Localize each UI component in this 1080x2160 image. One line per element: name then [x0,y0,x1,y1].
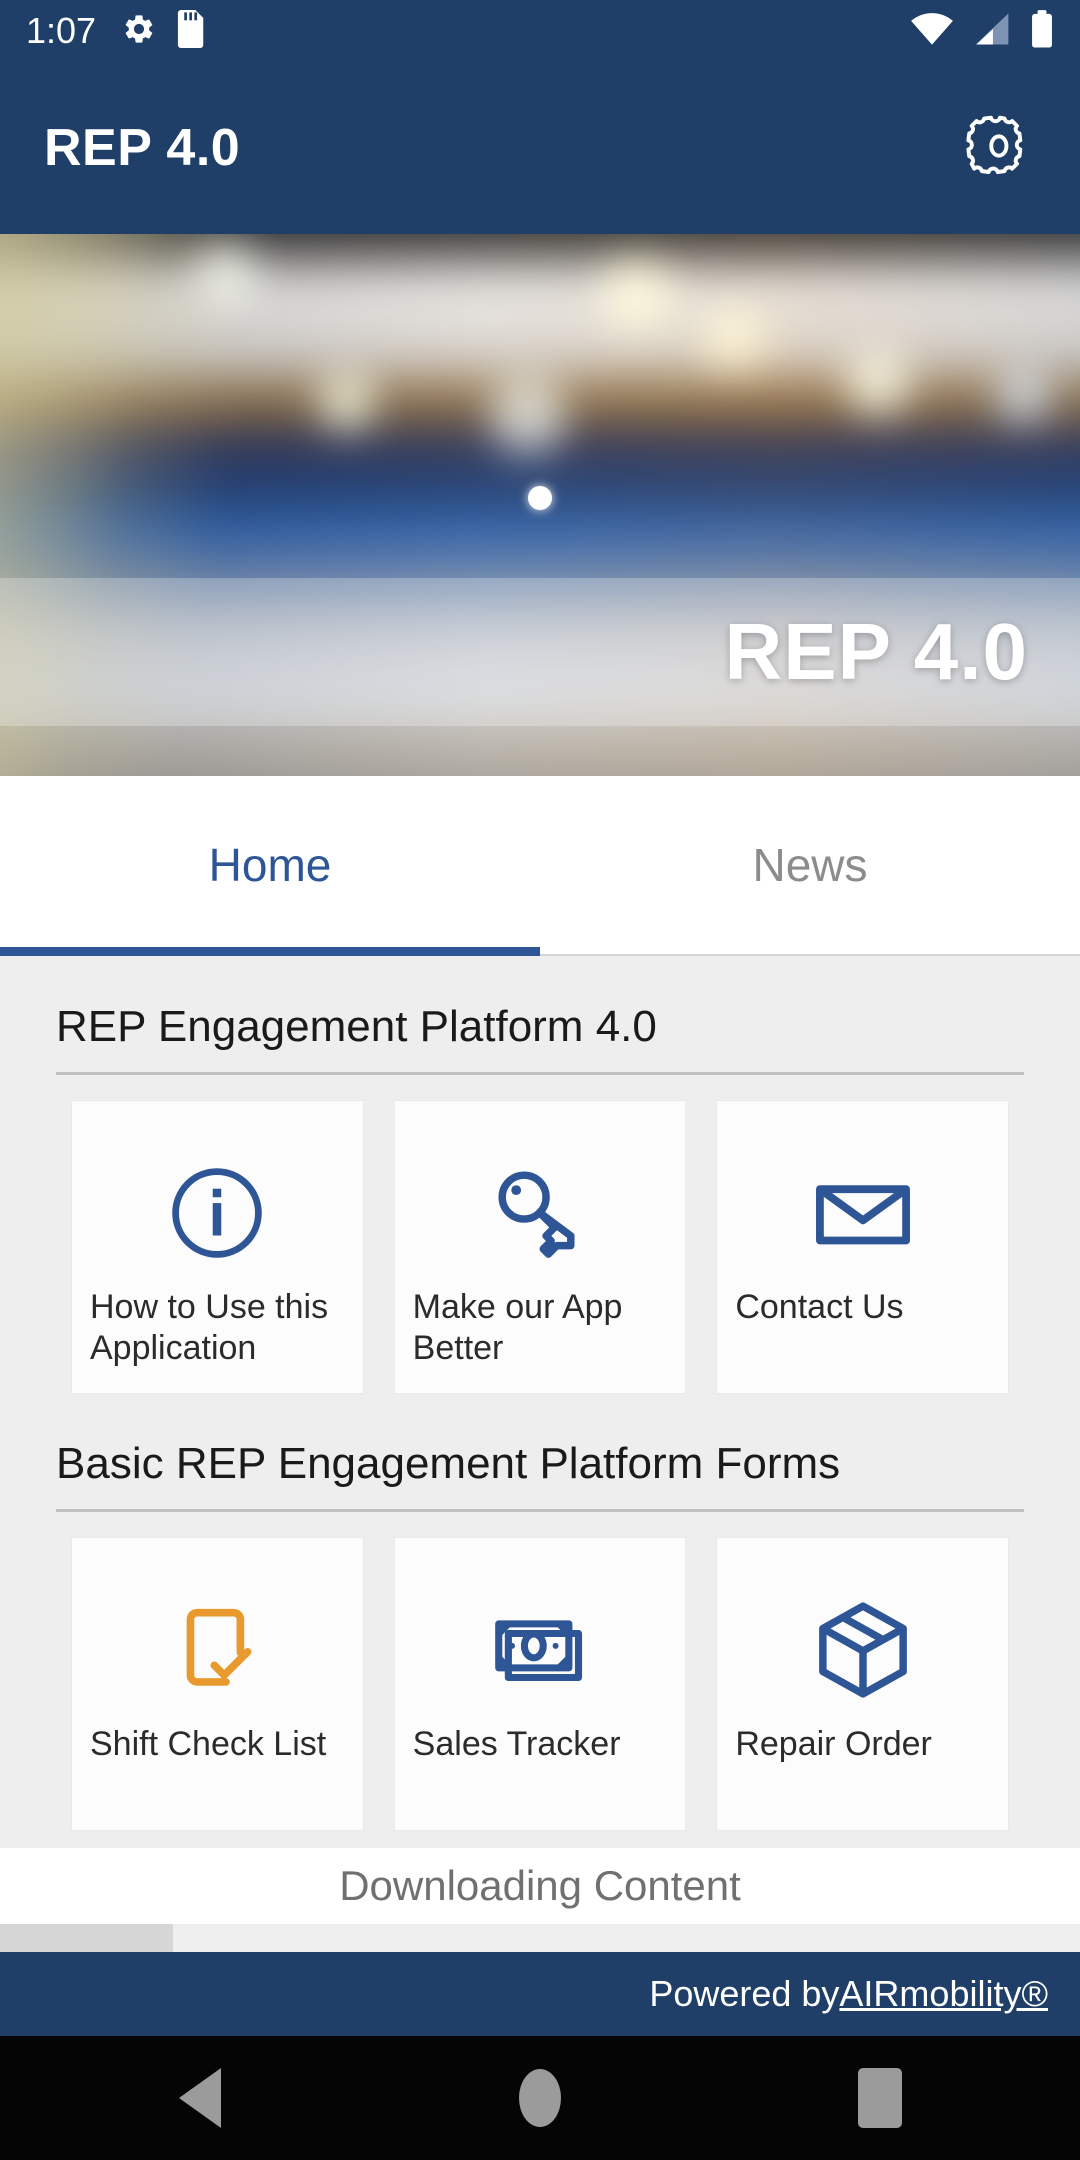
card-label: Sales Tracker [412,1725,621,1763]
carousel-indicator-dot[interactable] [528,486,552,510]
hero-caption-band: REP 4.0 [0,578,1080,726]
card-how-to-use[interactable]: How to Use this Application [72,1101,363,1393]
home-circle-icon [519,2069,561,2127]
page-title: REP 4.0 [44,119,241,177]
wifi-icon [910,12,954,51]
envelope-icon [808,1149,918,1277]
tab-home-label: Home [208,839,332,891]
package-box-icon [807,1586,919,1714]
section-title-basic-forms: Basic REP Engagement Platform Forms [56,1439,841,1488]
footer-powered-by-label: Powered by [649,1973,840,2014]
status-bar-clock: 1:07 [26,10,97,51]
card-row-basic-forms: Shift Check List Sales Tracker Repair Or… [0,1538,1080,1830]
back-triangle-icon [179,2068,221,2128]
settings-button[interactable] [962,111,1036,185]
section-divider [56,1509,1024,1512]
card-label: Repair Order [735,1725,932,1763]
section-divider [56,1072,1024,1075]
home-content: REP Engagement Platform 4.0 How to Use t… [0,956,1080,1880]
battery-icon [1030,9,1054,53]
cellular-signal-icon [972,12,1012,51]
status-bar: 1:07 [0,0,1080,62]
card-label: Shift Check List [90,1725,327,1763]
tab-home[interactable]: Home [0,776,540,956]
android-navigation-bar [0,2036,1080,2160]
tab-news-label: News [752,839,868,891]
card-repair-order[interactable]: Repair Order [717,1538,1009,1830]
card-label: How to Use this Application [90,1288,329,1368]
download-progress-fill [0,1924,173,1952]
status-bar-right-icons [910,9,1054,53]
card-make-app-better[interactable]: Make our App Better [394,1101,686,1393]
tab-news[interactable]: News [540,776,1080,954]
card-row-engagement-platform: How to Use this Application Make our App… [0,1101,1080,1393]
banknote-icon [485,1586,595,1714]
card-sales-tracker[interactable]: Sales Tracker [394,1538,686,1830]
card-label: Make our App Better [412,1288,623,1368]
status-bar-left-icons [122,9,204,53]
app-bar: REP 4.0 [0,62,1080,234]
gear-icon [964,111,1034,186]
info-circle-icon [163,1149,271,1277]
card-label: Contact Us [735,1288,904,1326]
app-screen: 1:07 REP 4.0 REP 4.0 Home News REP Engag… [0,0,1080,2160]
section-title-engagement-platform: REP Engagement Platform 4.0 [56,1002,657,1051]
nav-back-button[interactable] [145,2053,255,2143]
nav-recents-button[interactable] [825,2053,935,2143]
card-shift-check-list[interactable]: Shift Check List [72,1538,363,1830]
hero-title: REP 4.0 [724,607,1028,696]
hero-banner[interactable]: REP 4.0 [0,234,1080,776]
card-contact-us[interactable]: Contact Us [717,1101,1009,1393]
airmobility-link[interactable]: AIRmobility® [839,1973,1048,2015]
recents-square-icon [858,2068,902,2128]
tab-bar: Home News [0,776,1080,956]
gear-icon [122,12,156,51]
download-progress-bar [0,1924,1080,1952]
nav-home-button[interactable] [485,2053,595,2143]
key-icon [484,1149,596,1277]
download-status-text: Downloading Content [339,1862,741,1909]
footer-bar: Powered by AIRmobility® [0,1952,1080,2036]
checklist-document-icon [163,1586,271,1714]
sd-card-icon [174,9,204,53]
